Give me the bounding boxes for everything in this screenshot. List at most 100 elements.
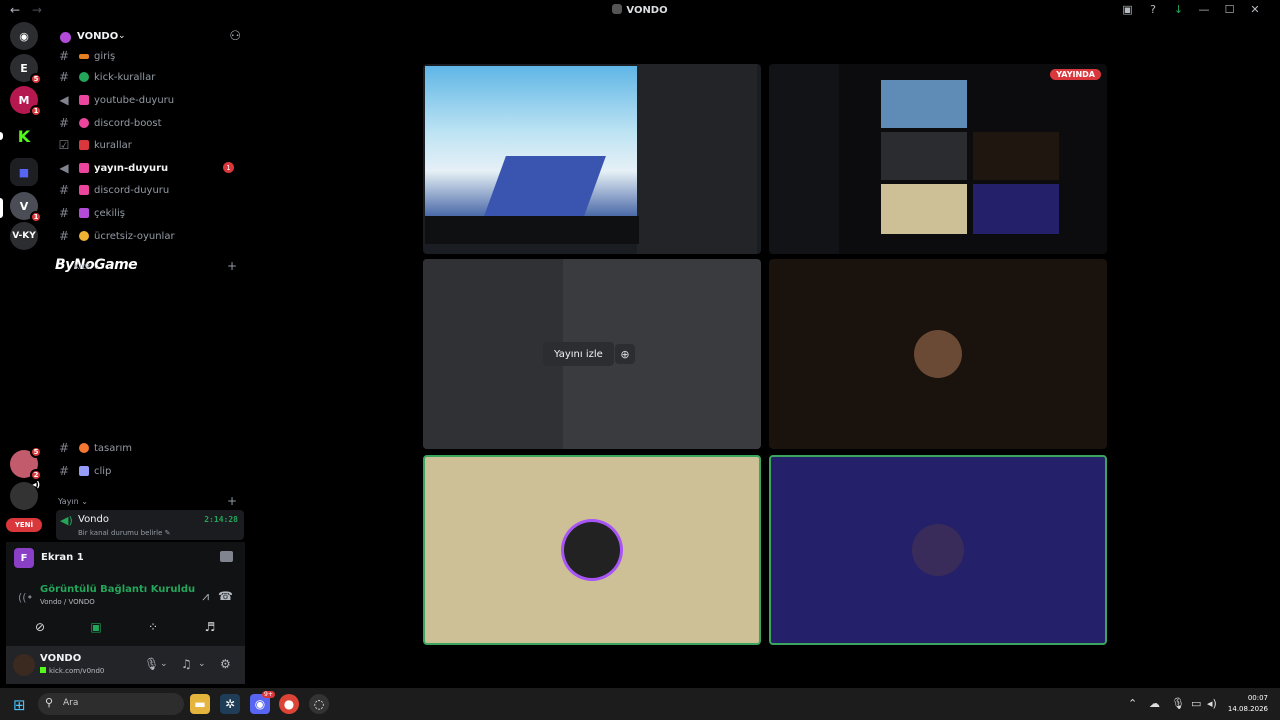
close-button[interactable]: ✕ [1244, 3, 1266, 16]
headphones-icon[interactable]: ♫ [181, 657, 192, 671]
channel-discord-duyuru[interactable]: # discord-duyuru [56, 180, 238, 200]
avatar [912, 524, 964, 576]
cloud-icon[interactable]: ☁ [1149, 697, 1160, 710]
microphone-icon[interactable]: 🎙 [144, 657, 159, 671]
help-icon[interactable]: ? [1142, 3, 1164, 16]
participant-tile-b[interactable] [423, 455, 761, 645]
game-stream-preview [425, 66, 639, 216]
text-channel-icon: # [58, 229, 70, 243]
palette-emoji-icon [79, 443, 89, 453]
channel-clip[interactable]: # clip [56, 461, 238, 481]
disconnect-icon[interactable]: ☎ [218, 589, 233, 603]
category-yayin[interactable]: Yayın ⌄ [58, 497, 88, 506]
avatar[interactable] [13, 654, 35, 676]
minimize-button[interactable]: — [1193, 3, 1215, 16]
connection-subtitle[interactable]: Vondo / VONDO [40, 598, 95, 606]
channel-discord-boost[interactable]: # discord-boost [56, 113, 238, 133]
screen-share-icon[interactable]: ▣ [86, 620, 106, 638]
zoom-in-icon[interactable]: ⊕ [615, 344, 635, 364]
film-emoji-icon [79, 466, 89, 476]
voice-channel-icon: ◀) [60, 514, 73, 527]
announcement-channel-icon: ◀ [59, 93, 69, 107]
chrome-icon[interactable]: ● [279, 694, 299, 714]
download-icon[interactable]: ↓ [1168, 3, 1190, 16]
camera-off-icon[interactable]: ⊘ [30, 620, 50, 638]
participant-tile-c[interactable] [769, 455, 1107, 645]
title-bar: ← → VONDO ▣ ? ↓ — ☐ ✕ [0, 0, 1280, 22]
server-folder[interactable]: ■ [10, 158, 38, 186]
discord-home-button[interactable]: ◉ [10, 22, 38, 50]
unread-pill [0, 132, 3, 140]
app-gear-icon[interactable]: ✲ [220, 694, 240, 714]
chevron-down-icon[interactable]: ⌄ [198, 659, 206, 669]
network-icon[interactable]: ▭ [1191, 697, 1201, 710]
search-icon: ⚲ [45, 696, 54, 709]
server-name: VONDO [77, 31, 119, 42]
channel-tasarim[interactable]: # tasarım [56, 438, 238, 458]
unread-badge: 5 [30, 446, 42, 458]
server-icon-avatar-a[interactable]: 5 2 [10, 446, 42, 481]
channel-giris[interactable]: # giriş [56, 46, 238, 66]
inbox-icon[interactable]: ▣ [1117, 3, 1139, 16]
channel-kurallar[interactable]: ☑ kurallar [56, 135, 238, 155]
server-logo-icon [612, 4, 623, 14]
chevron-down-icon[interactable]: ⌄ [160, 659, 168, 669]
channel-yayin-duyuru[interactable]: ◀ yayın-duyuru 1 [56, 158, 238, 178]
party-emoji-icon [79, 208, 89, 218]
text-channel-icon: # [58, 441, 70, 455]
server-icon-e[interactable]: E 5 [10, 54, 42, 85]
activities-icon[interactable]: ⁘ [143, 620, 163, 638]
category-kick[interactable]: Kick ⌄ [74, 262, 100, 271]
channel-status-prompt[interactable]: Bir kanal durumu belirle ✎ [78, 529, 171, 537]
new-unreads-pill[interactable]: YENİ [6, 518, 42, 532]
server-icon-avatar-b[interactable]: ◂) [10, 480, 40, 510]
voice-timer: 2:14:28 [204, 515, 238, 524]
text-channel-icon: # [58, 116, 70, 130]
server-icon-m[interactable]: M 1 [10, 86, 42, 117]
add-channel-icon[interactable]: + [227, 259, 237, 273]
invite-member-icon[interactable]: ⚇ [229, 29, 241, 44]
text-channel-icon: # [58, 464, 70, 478]
connection-status: ((• Görüntülü Bağlantı Kuruldu Vondo / V… [6, 580, 245, 614]
settings-gear-icon[interactable]: ⚙ [220, 657, 231, 671]
connection-title[interactable]: Görüntülü Bağlantı Kuruldu [40, 584, 195, 595]
username[interactable]: VONDO [40, 653, 81, 664]
live-badge: YAYINDA [1050, 69, 1101, 80]
voice-channel-vondo[interactable]: ◀) Vondo 2:14:28 Bir kanal durumu belirl… [56, 510, 244, 540]
megaphone-emoji-icon [79, 185, 89, 195]
stream-tile-screen[interactable]: YAYINDA [769, 64, 1107, 254]
participant-tile-a[interactable] [769, 259, 1107, 449]
server-icon-vky[interactable]: V-KY [10, 222, 38, 250]
rules-channel-icon: ☑ [58, 138, 70, 152]
maximize-button[interactable]: ☐ [1219, 3, 1241, 16]
selected-pill [0, 198, 3, 218]
chevron-up-icon[interactable]: ⌃ [1128, 697, 1137, 710]
mention-badge: 1 [223, 162, 234, 173]
taskbar: ⊞ ⚲ Ara ▬ ✲ ◉ 9+ ● ◌ ⌃ ☁ 🎙 ▭ ◂) 00:07 14… [0, 688, 1280, 720]
app-circle-icon[interactable]: ◌ [309, 694, 329, 714]
noise-suppression-icon[interactable]: ⩘ [202, 589, 209, 604]
add-channel-icon[interactable]: + [227, 494, 237, 508]
stop-stream-icon[interactable] [220, 551, 233, 562]
channel-cekilis[interactable]: # çekiliş [56, 203, 238, 223]
watch-stream-button[interactable]: Yayını izle [543, 342, 614, 366]
channel-kick-kurallar[interactable]: # kick-kurallar [56, 67, 238, 87]
server-icon-v[interactable]: V 1 [10, 192, 42, 223]
windows-start-icon[interactable]: ⊞ [13, 696, 26, 714]
channel-youtube-duyuru[interactable]: ◀ youtube-duyuru [56, 90, 238, 110]
taskbar-search[interactable]: ⚲ Ara [38, 693, 184, 715]
microphone-icon[interactable]: 🎙 [1171, 697, 1185, 710]
volume-icon[interactable]: ◂) [1207, 697, 1217, 710]
chevron-down-icon: ⌄ [81, 497, 88, 506]
voice-panel: F Ekran 1 ((• Görüntülü Bağlantı Kuruldu… [6, 542, 245, 684]
server-header[interactable]: VONDO ⌄ ⚇ [48, 28, 245, 48]
stream-tile-hidden[interactable]: Yayını izle ⊕ [423, 259, 761, 449]
clock[interactable]: 00:07 14.08.2026 [1228, 693, 1268, 715]
stream-tile-game[interactable] [423, 64, 761, 254]
soundboard-icon[interactable]: ♬ [200, 620, 220, 638]
server-icon-kick[interactable]: K [10, 122, 38, 150]
screen-name: Ekran 1 [41, 552, 84, 563]
chevron-down-icon: ⌄ [93, 262, 100, 271]
file-explorer-icon[interactable]: ▬ [190, 694, 210, 714]
channel-ucretsiz-oyunlar[interactable]: # ücretsiz-oyunlar [56, 226, 238, 246]
